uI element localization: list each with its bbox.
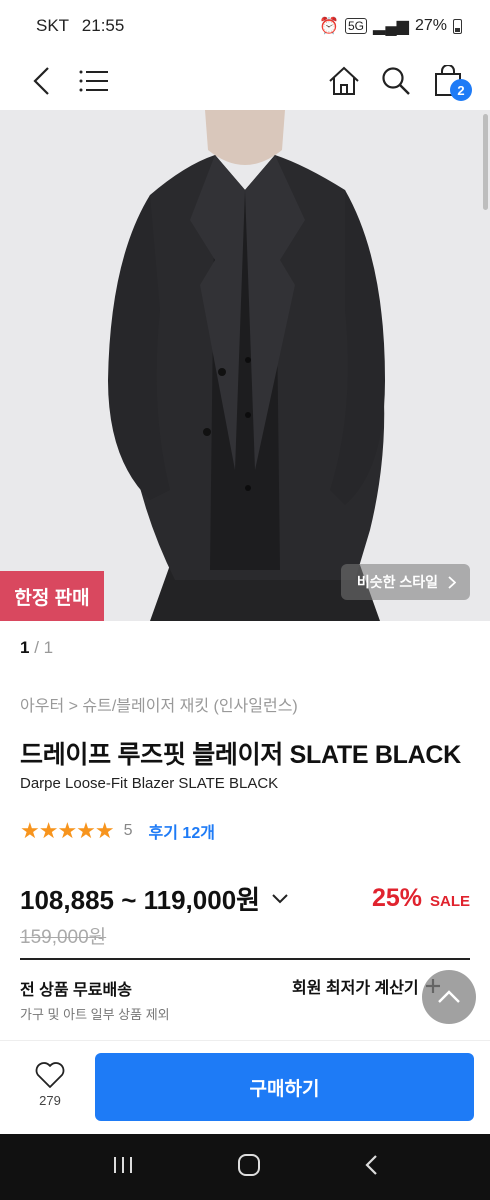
price-range-selector[interactable]: 108,885 ~ 119,000원 xyxy=(20,880,288,917)
status-left: SKT 21:55 xyxy=(36,16,132,36)
price-range: 108,885 ~ 119,000원 xyxy=(20,885,261,915)
star-rating-icon: ★★★★★ xyxy=(20,818,115,843)
product-image[interactable]: 한정 판매 비슷한 스타일 xyxy=(0,110,490,621)
section-divider xyxy=(20,958,470,960)
signal-icon: ▂▄▆ xyxy=(373,18,409,35)
cart-count-badge: 2 xyxy=(450,79,472,101)
alarm-icon: ⏰ xyxy=(319,18,339,35)
similar-style-button[interactable]: 비슷한 스타일 xyxy=(340,564,470,600)
breadcrumb[interactable]: 아우터 > 슈트/블레이저 재킷 (인사일런스) xyxy=(20,692,298,716)
scroll-to-top-button[interactable] xyxy=(422,970,476,1024)
clock: 21:55 xyxy=(81,16,125,35)
member-calc-label: 회원 최저가 계산기 xyxy=(292,980,419,997)
rating-row: ★★★★★ 5 후기 12개 xyxy=(20,818,215,844)
network-type: 5G xyxy=(345,18,368,34)
limited-sale-badge: 한정 판매 xyxy=(0,571,104,621)
back-nav-icon[interactable] xyxy=(364,1154,378,1181)
product-title: 드레이프 루즈핏 블레이저 SLATE BLACK xyxy=(20,741,461,769)
home-nav-icon[interactable] xyxy=(237,1153,261,1182)
pager-current: 1 xyxy=(20,638,30,657)
model-illustration xyxy=(0,110,490,621)
sale-label: SALE xyxy=(429,893,470,910)
like-button[interactable]: 279 xyxy=(22,1061,78,1108)
status-right: ⏰ 5G ▂▄▆ 27% xyxy=(319,16,462,36)
similar-style-label: 비슷한 스타일 xyxy=(356,574,438,590)
original-price: 159,000원 xyxy=(20,927,107,948)
pager-separator: / xyxy=(34,638,39,657)
heart-icon xyxy=(35,1062,65,1088)
page-scrollbar[interactable] xyxy=(483,114,488,210)
app-header: 2 xyxy=(0,52,490,110)
chevron-down-icon xyxy=(272,893,288,903)
buy-button[interactable]: 구매하기 xyxy=(95,1053,474,1121)
discount-info: 25% SALE xyxy=(372,884,470,913)
pager-total: 1 xyxy=(43,638,54,657)
shipping-exception: 가구 및 아트 일부 상품 제외 xyxy=(20,1007,170,1022)
product-title-english: Darpe Loose-Fit Blazer SLATE BLACK xyxy=(20,775,279,792)
price-row: 108,885 ~ 119,000원 25% SALE xyxy=(20,880,470,917)
member-price-calculator[interactable]: 회원 최저가 계산기 xyxy=(292,974,441,998)
bottom-action-bar: 279 구매하기 xyxy=(0,1040,490,1134)
status-bar: SKT 21:55 ⏰ 5G ▂▄▆ 27% xyxy=(0,0,490,52)
discount-percent: 25% xyxy=(371,884,422,912)
carrier-label: SKT xyxy=(36,16,70,35)
battery-level: 27% xyxy=(414,17,447,34)
home-icon[interactable] xyxy=(318,55,370,107)
like-count: 279 xyxy=(39,1093,61,1108)
search-icon[interactable] xyxy=(370,55,422,107)
system-nav-bar xyxy=(0,1134,490,1200)
recent-apps-icon[interactable] xyxy=(112,1155,134,1180)
review-count-link[interactable]: 후기 12개 xyxy=(149,819,215,843)
cart-icon[interactable]: 2 xyxy=(422,55,474,107)
header-left xyxy=(16,55,120,107)
chevron-right-icon xyxy=(448,575,456,589)
battery-icon xyxy=(453,18,462,34)
menu-icon[interactable] xyxy=(68,55,120,107)
rating-value: 5 xyxy=(123,822,133,839)
header-right: 2 xyxy=(318,55,474,107)
back-icon[interactable] xyxy=(16,55,68,107)
chevron-up-icon xyxy=(438,990,460,1003)
image-pager: 1 / 1 xyxy=(20,638,53,658)
shipping-info: 전 상품 무료배송 xyxy=(20,982,132,999)
